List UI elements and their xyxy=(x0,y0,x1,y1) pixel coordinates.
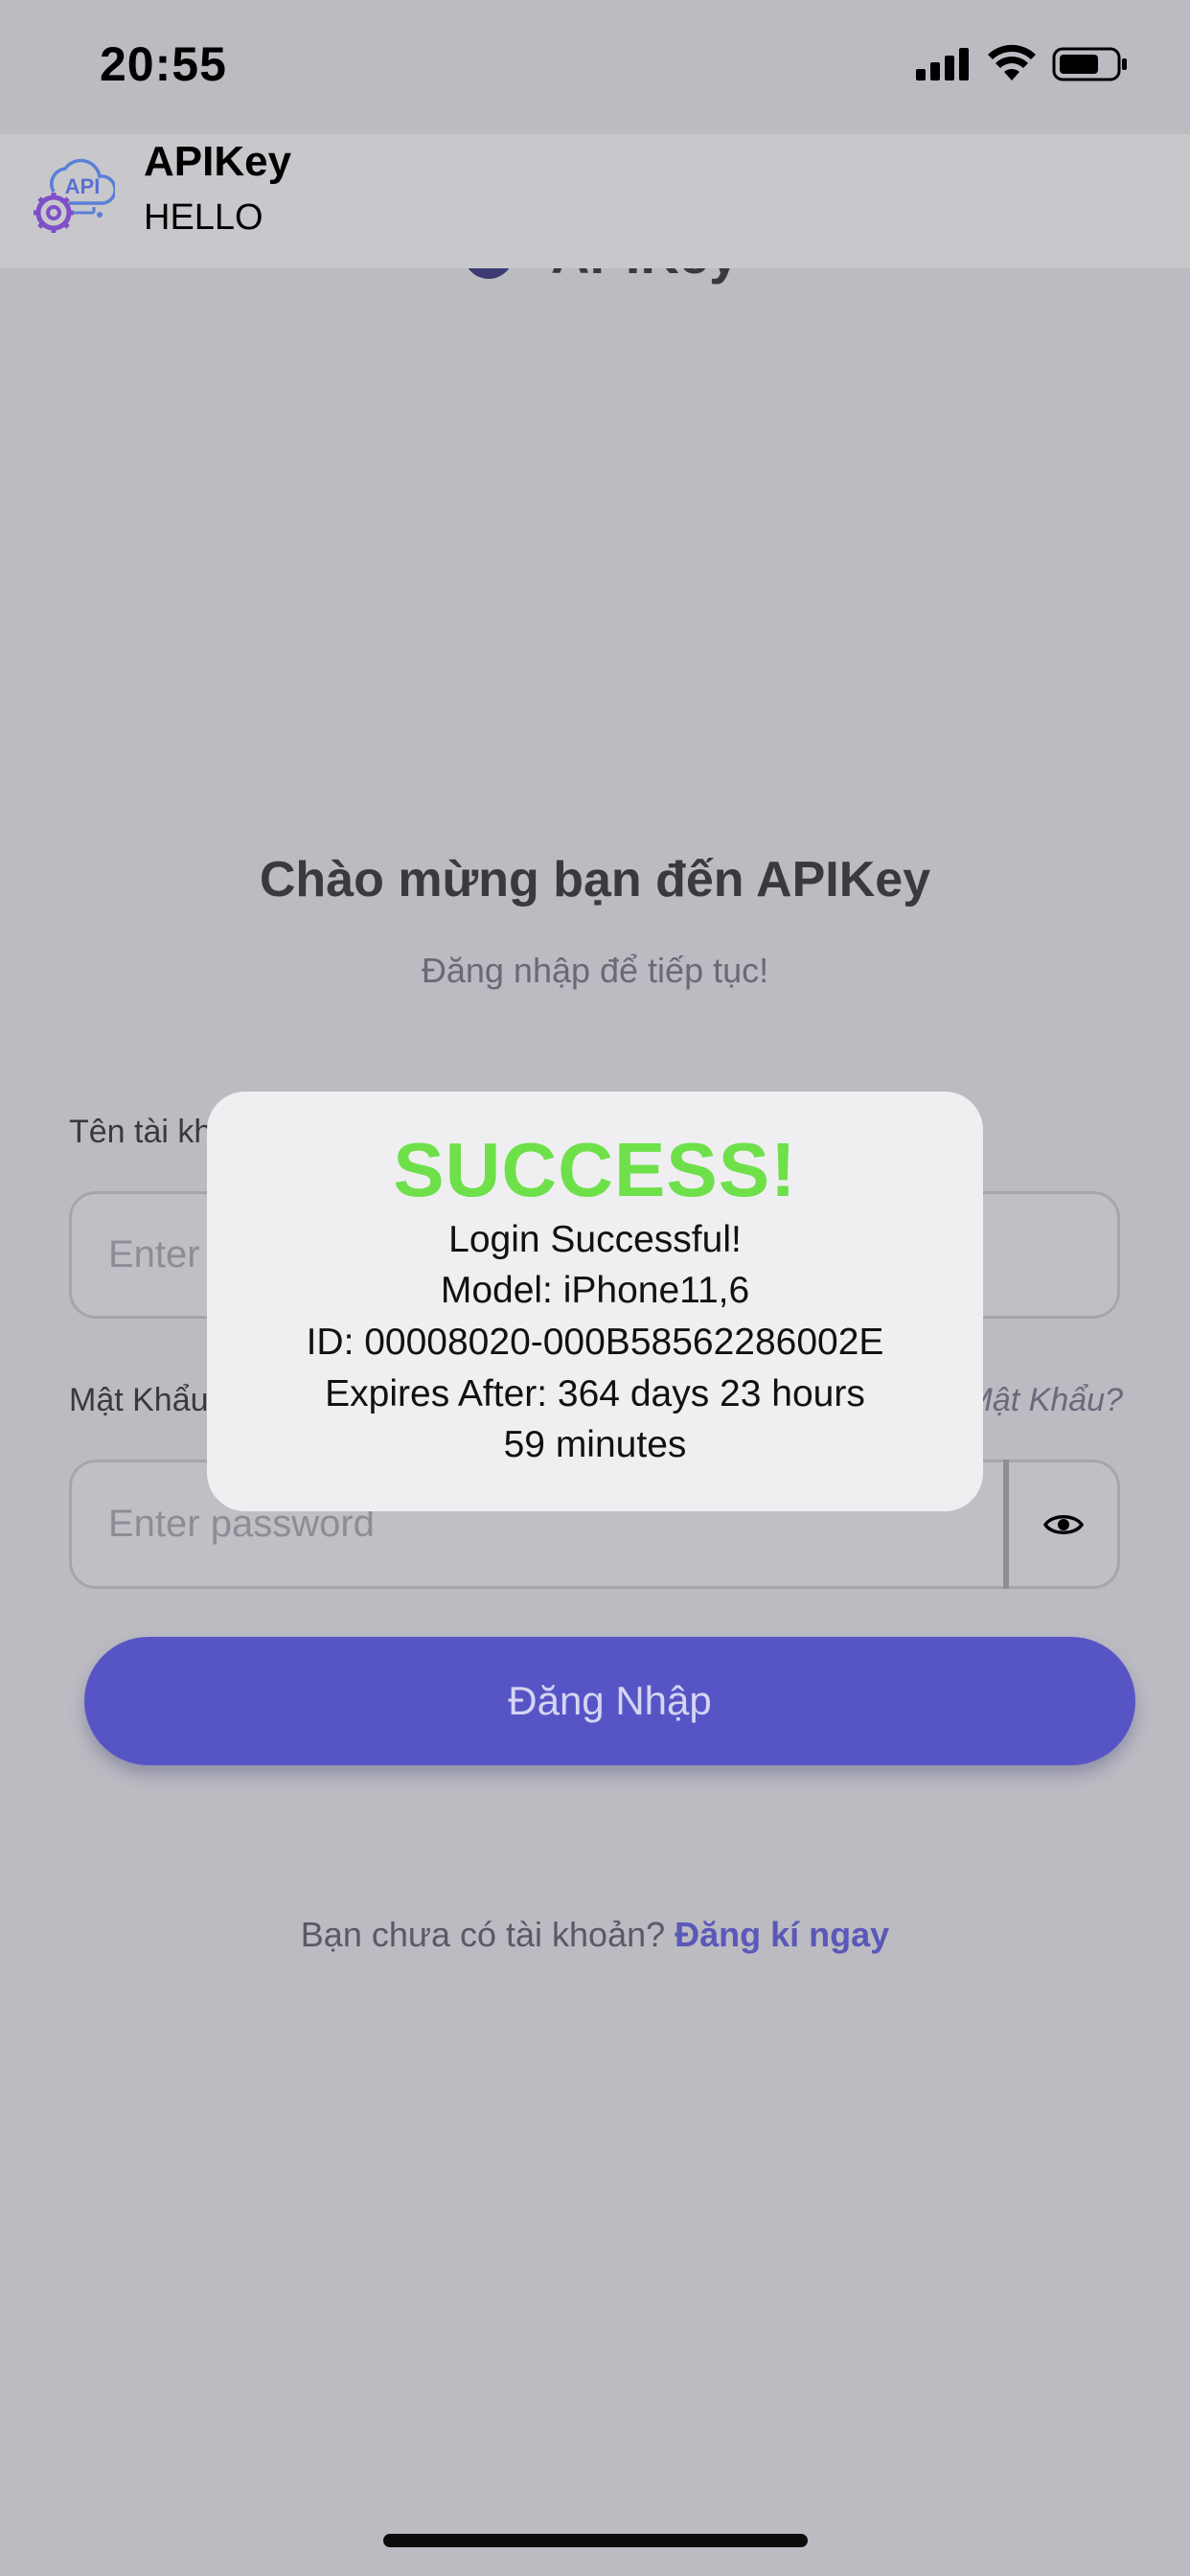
wifi-icon xyxy=(988,44,1036,80)
signup-row: Bạn chưa có tài khoản? Đăng kí ngay xyxy=(0,1915,1190,1955)
login-button[interactable]: Đăng Nhập xyxy=(84,1637,1135,1765)
signal-icon xyxy=(916,48,970,80)
svg-text:API: API xyxy=(65,174,101,198)
api-gear-icon: API xyxy=(34,158,115,233)
success-dialog[interactable]: SUCCESS! Login Successful! Model: iPhone… xyxy=(207,1092,983,1511)
home-indicator[interactable] xyxy=(383,2534,808,2547)
status-bar: 20:55 xyxy=(0,0,1190,134)
expiry-info-continued: 59 minutes xyxy=(503,1424,687,1465)
device-id: ID: 00008020-000B58562286002E xyxy=(306,1322,884,1363)
expiry-info: Expires After: 364 days 23 hours xyxy=(325,1373,865,1414)
password-label: Mật Khẩu xyxy=(69,1382,209,1418)
notification-message: HELLO xyxy=(144,197,263,238)
device-model: Model: iPhone11,6 xyxy=(440,1270,750,1311)
eye-icon xyxy=(1042,1514,1084,1534)
success-title: SUCCESS! xyxy=(393,1127,797,1212)
battery-icon xyxy=(1052,47,1127,81)
login-subtitle: Đăng nhập để tiếp tục! xyxy=(421,951,769,990)
status-time: 20:55 xyxy=(100,37,227,91)
notification-title: APIKey xyxy=(144,138,292,185)
forgot-password-link[interactable]: Mật Khẩu? xyxy=(966,1382,1123,1419)
signup-prompt: Bạn chưa có tài khoản? xyxy=(300,1915,675,1954)
signup-link[interactable]: Đăng kí ngay xyxy=(675,1915,889,1954)
notification-banner[interactable]: API APIKey HELLO xyxy=(0,134,1190,268)
welcome-title: Chào mừng bạn đến APIKey xyxy=(259,852,931,908)
toggle-password-visibility-button[interactable] xyxy=(1009,1460,1120,1589)
username-label: Tên tài kh xyxy=(69,1114,213,1150)
login-message: Login Successful! xyxy=(448,1219,742,1260)
